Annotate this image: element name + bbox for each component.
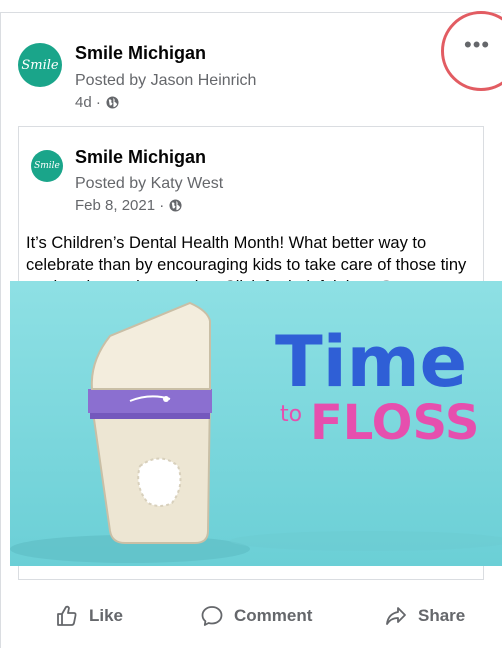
like-label: Like (89, 606, 124, 625)
post-time-text: 4d · (75, 94, 101, 111)
comment-label: Comment (234, 606, 313, 625)
page-avatar[interactable]: Smile (18, 43, 62, 87)
comment-button[interactable]: Comment (200, 596, 312, 636)
globe-icon (106, 96, 119, 109)
image-title-floss: FLOSS (310, 395, 479, 451)
image-title-to: to (280, 402, 302, 427)
action-bar: Like Comment Share (0, 596, 502, 636)
post-time: 4d · (75, 94, 119, 111)
post-image[interactable]: Time to FLOSS (10, 281, 502, 566)
globe-icon (169, 199, 182, 212)
shared-page-avatar[interactable]: Smile (31, 150, 63, 182)
share-arrow-icon (386, 607, 406, 625)
shared-post-date: Feb 8, 2021 · (75, 197, 182, 214)
floss-illustration: Time to FLOSS (10, 281, 502, 566)
shared-post-date-text: Feb 8, 2021 · (75, 197, 165, 214)
share-button[interactable]: Share (384, 596, 465, 636)
avatar-logo-text: Smile (21, 57, 59, 73)
like-button[interactable]: Like (55, 596, 123, 636)
shared-page-name[interactable]: Smile Michigan (75, 147, 206, 168)
posted-by: Posted by Jason Heinrich (75, 72, 257, 89)
comment-bubble-icon (201, 606, 223, 626)
shared-avatar-logo-text: Smile (34, 161, 60, 171)
page-name[interactable]: Smile Michigan (75, 43, 206, 64)
image-title-time: Time (275, 321, 467, 403)
share-label: Share (418, 606, 466, 625)
shared-posted-by: Posted by Katy West (75, 175, 224, 192)
thumbs-up-icon (57, 605, 77, 626)
